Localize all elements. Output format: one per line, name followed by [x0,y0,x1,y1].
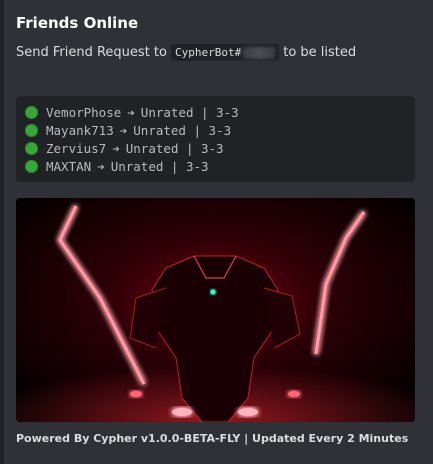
embed-image[interactable] [16,198,415,422]
list-item: VemorPhose ➔ Unrated | 3-3 [25,103,415,121]
arrow-icon: ➔ [97,158,105,174]
friend-name: MAXTAN [46,158,92,174]
list-item: Zervius7 ➔ Unrated | 3-3 [25,139,415,157]
friend-status: Unrated | 3-3 [140,104,239,120]
friend-name: Zervius7 [46,140,107,156]
neon-robot-artwork [16,198,415,422]
arrow-icon: ➔ [112,140,120,156]
friend-name: VemorPhose [46,104,122,120]
online-status-icon [25,105,38,119]
list-item: MAXTAN ➔ Unrated | 3-3 [25,157,415,175]
friend-status: Unrated | 3-3 [110,158,209,174]
friend-status: Unrated | 3-3 [133,122,232,138]
redacted-tag [243,46,276,59]
description-suffix: to be listed [283,45,357,60]
embed-accent-bar [0,0,4,464]
online-status-icon [25,159,38,173]
bot-name: CypherBot# [174,46,242,59]
description-prefix: Send Friend Request to [16,45,167,60]
online-status-icon [25,123,38,137]
embed-footer: Powered By Cypher v1.0.0-BETA-FLY | Upda… [16,432,409,445]
friend-name: Mayank713 [46,122,114,138]
friends-embed: Friends Online Send Friend Request to Cy… [0,0,433,464]
bot-name-code: CypherBot# [170,44,280,61]
friends-list-codeblock: VemorPhose ➔ Unrated | 3-3 Mayank713 ➔ U… [16,96,415,182]
embed-description: Send Friend Request to CypherBot# to be … [16,44,356,61]
arrow-icon: ➔ [119,122,128,138]
embed-title: Friends Online [16,14,139,32]
online-status-icon [25,141,38,155]
list-item: Mayank713 ➔ Unrated | 3-3 [25,121,415,139]
arrow-icon: ➔ [127,104,135,120]
friend-status: Unrated | 3-3 [125,140,224,156]
